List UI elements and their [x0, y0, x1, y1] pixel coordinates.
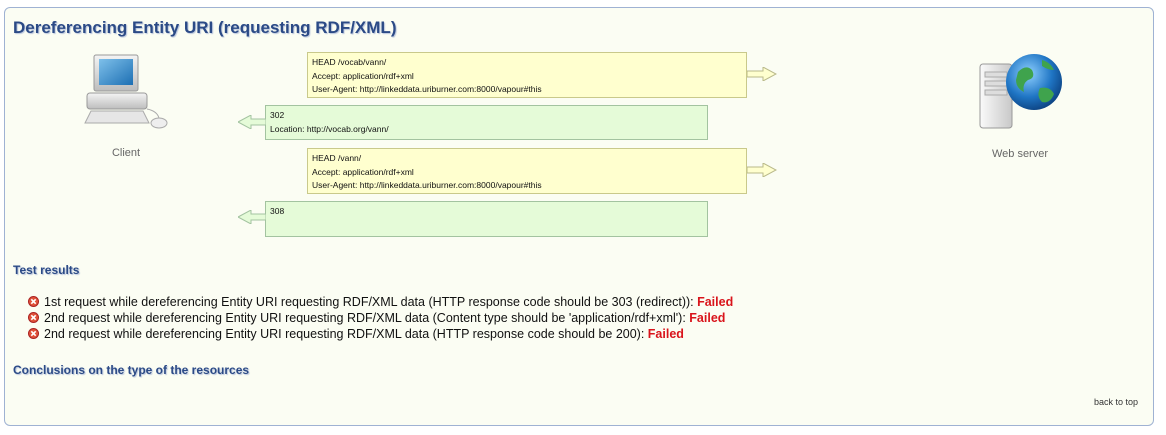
- test-result-item: 2nd request while dereferencing Entity U…: [28, 310, 733, 326]
- web-server-actor: Web server: [970, 50, 1070, 162]
- test-result-status: Failed: [689, 311, 726, 325]
- test-result-status: Failed: [697, 295, 734, 309]
- section-title: Dereferencing Entity URI (requesting RDF…: [13, 18, 397, 37]
- message-line: HEAD /vocab/vann/: [312, 57, 387, 67]
- fail-icon: [28, 312, 39, 323]
- arrow-right-icon: [747, 163, 777, 177]
- message-line: Location: http://vocab.org/vann/: [270, 123, 389, 134]
- fail-icon: [28, 328, 39, 339]
- test-result-status: Failed: [647, 327, 684, 341]
- fail-icon: [28, 296, 39, 307]
- message-line: User-Agent: http://linkeddata.uriburner.…: [312, 180, 542, 190]
- test-result-text: 2nd request while dereferencing Entity U…: [44, 311, 690, 325]
- client-computer-icon: [84, 54, 168, 129]
- http-request-message: HEAD /vann/ Accept: application/rdf+xml …: [307, 148, 747, 194]
- dereferencing-panel: Dereferencing Entity URI (requesting RDF…: [4, 7, 1154, 426]
- arrow-right-icon: [747, 67, 777, 81]
- back-to-top-link[interactable]: back to top: [1094, 397, 1138, 407]
- arrow-left-icon: [238, 115, 266, 129]
- test-result-text: 2nd request while dereferencing Entity U…: [44, 327, 648, 341]
- http-response-message: 302 Location: http://vocab.org/vann/: [265, 105, 708, 140]
- message-line: Accept: application/rdf+xml: [312, 166, 414, 177]
- test-results-list: 1st request while dereferencing Entity U…: [28, 294, 733, 342]
- web-server-globe-icon: [979, 54, 1062, 129]
- client-actor: Client: [79, 53, 173, 163]
- test-result-text: 1st request while dereferencing Entity U…: [44, 295, 698, 309]
- arrow-left-icon: [238, 210, 266, 224]
- test-result-item: 2nd request while dereferencing Entity U…: [28, 326, 733, 342]
- client-label: Client: [111, 147, 141, 159]
- test-result-item: 1st request while dereferencing Entity U…: [28, 294, 733, 310]
- message-line: 308: [270, 206, 285, 216]
- conclusions-heading: Conclusions on the type of the resources: [13, 363, 250, 377]
- message-line: User-Agent: http://linkeddata.uriburner.…: [312, 84, 542, 94]
- message-line: 302: [270, 110, 285, 120]
- http-request-message: HEAD /vocab/vann/ Accept: application/rd…: [307, 52, 747, 98]
- message-line: HEAD /vann/: [312, 153, 362, 163]
- http-response-message: 308: [265, 201, 708, 237]
- web-server-label: Web server: [991, 148, 1049, 160]
- test-results-heading: Test results: [13, 263, 80, 277]
- message-line: Accept: application/rdf+xml: [312, 70, 414, 81]
